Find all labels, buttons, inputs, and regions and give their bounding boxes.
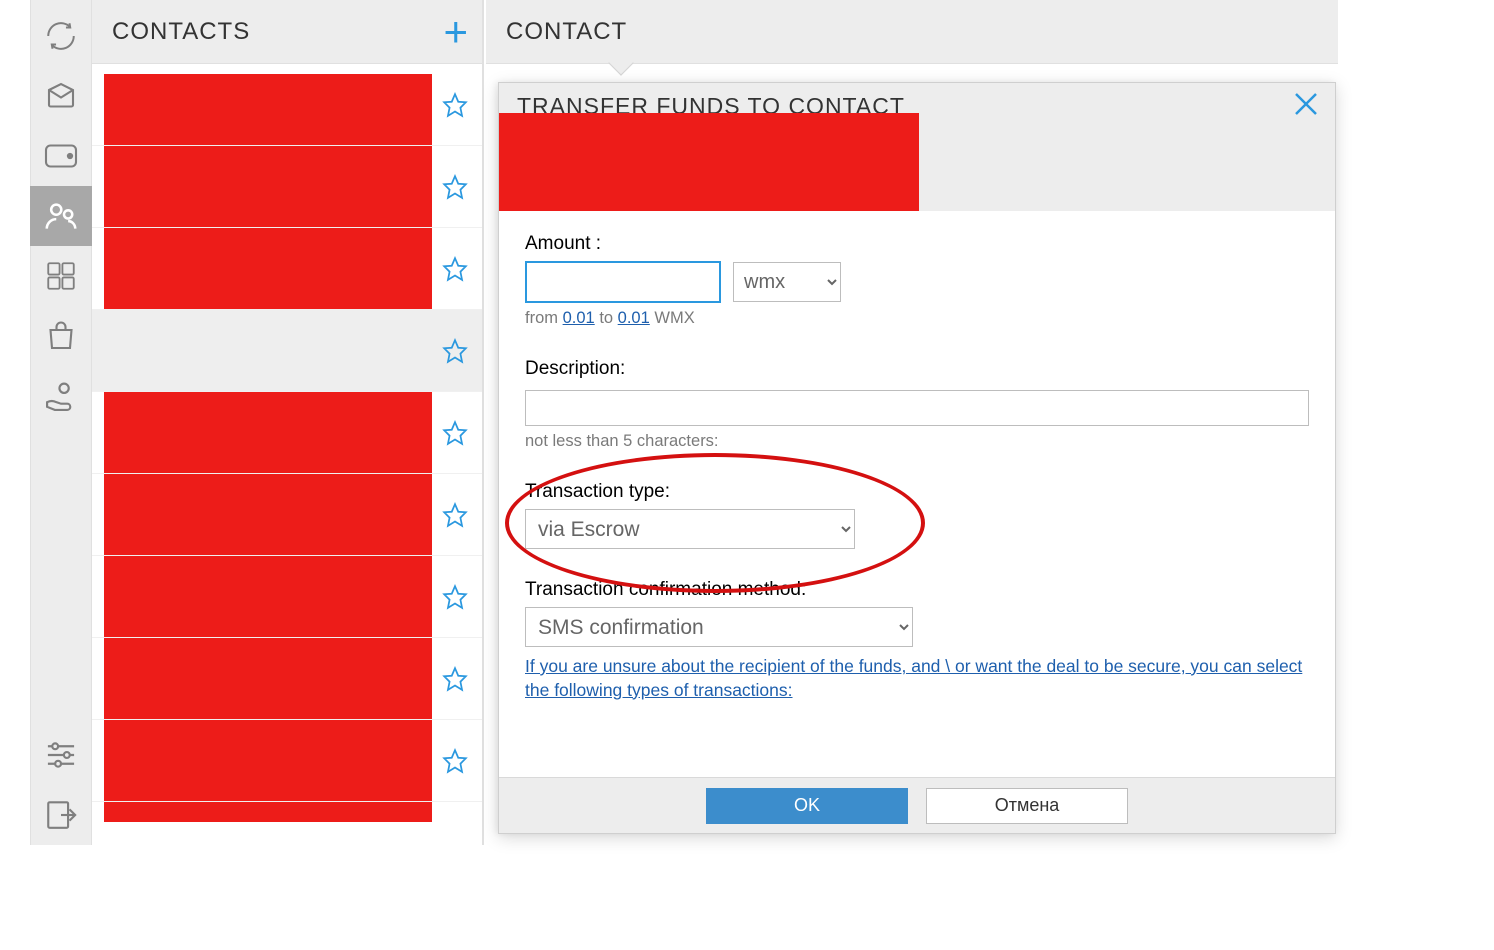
min-amount-link[interactable]: 0.01 <box>563 309 595 327</box>
transaction-security-info-link[interactable]: If you are unsure about the recipient of… <box>525 655 1309 702</box>
contact-row[interactable] <box>92 146 482 228</box>
confirmation-method-label: Transaction confirmation method: <box>525 579 1309 601</box>
description-label: Description: <box>525 358 1309 380</box>
description-input[interactable] <box>525 390 1309 426</box>
contact-detail-header: CONTACT <box>486 0 1338 64</box>
currency-select[interactable]: wmx <box>733 262 841 302</box>
dialog-footer: OK Отмена <box>499 777 1335 833</box>
max-amount-link[interactable]: 0.01 <box>618 309 650 327</box>
contact-row[interactable] <box>92 720 482 802</box>
star-icon[interactable] <box>442 502 468 528</box>
amount-hint: from 0.01 to 0.01 WMX <box>525 309 1309 328</box>
transaction-type-label: Transaction type: <box>525 481 1309 503</box>
give-icon[interactable] <box>30 366 92 426</box>
amount-input[interactable] <box>525 261 721 303</box>
star-icon[interactable] <box>442 584 468 610</box>
star-icon[interactable] <box>442 338 468 364</box>
redacted-recipient <box>499 113 919 211</box>
transaction-type-select[interactable]: via Escrow <box>525 509 855 549</box>
star-icon[interactable] <box>442 748 468 774</box>
contact-row[interactable] <box>92 392 482 474</box>
shopping-icon[interactable] <box>30 306 92 366</box>
wallet-icon[interactable] <box>30 126 92 186</box>
description-hint: not less than 5 characters: <box>525 432 1309 451</box>
star-icon[interactable] <box>442 92 468 118</box>
contact-row[interactable] <box>92 310 482 392</box>
transfer-dialog: TRANSFER FUNDS TO CONTACT Amount : wmx f… <box>498 82 1336 834</box>
star-icon[interactable] <box>442 420 468 446</box>
contact-row[interactable] <box>92 556 482 638</box>
refresh-icon[interactable] <box>30 6 92 66</box>
confirmation-select[interactable]: SMS confirmation <box>525 607 913 647</box>
cancel-button[interactable]: Отмена <box>926 788 1128 824</box>
sidebar <box>30 0 92 845</box>
logout-icon[interactable] <box>30 785 92 845</box>
contact-row[interactable] <box>92 64 482 146</box>
settings-icon[interactable] <box>30 725 92 785</box>
close-icon[interactable] <box>1291 89 1321 119</box>
contact-row[interactable] <box>92 474 482 556</box>
contact-detail-title: CONTACT <box>506 18 627 46</box>
dialog-header: TRANSFER FUNDS TO CONTACT <box>499 83 1335 211</box>
apps-icon[interactable] <box>30 246 92 306</box>
amount-label: Amount : <box>525 233 1309 255</box>
star-icon[interactable] <box>442 174 468 200</box>
inbox-icon[interactable] <box>30 66 92 126</box>
contacts-header: CONTACTS + <box>92 0 482 64</box>
star-icon[interactable] <box>442 256 468 282</box>
contact-row[interactable] <box>92 638 482 720</box>
star-icon[interactable] <box>442 666 468 692</box>
contacts-icon[interactable] <box>30 186 92 246</box>
contacts-panel: CONTACTS + <box>92 0 484 845</box>
contact-row[interactable] <box>92 228 482 310</box>
ok-button[interactable]: OK <box>706 788 908 824</box>
contacts-title: CONTACTS <box>112 18 250 46</box>
add-contact-button[interactable]: + <box>443 11 468 53</box>
